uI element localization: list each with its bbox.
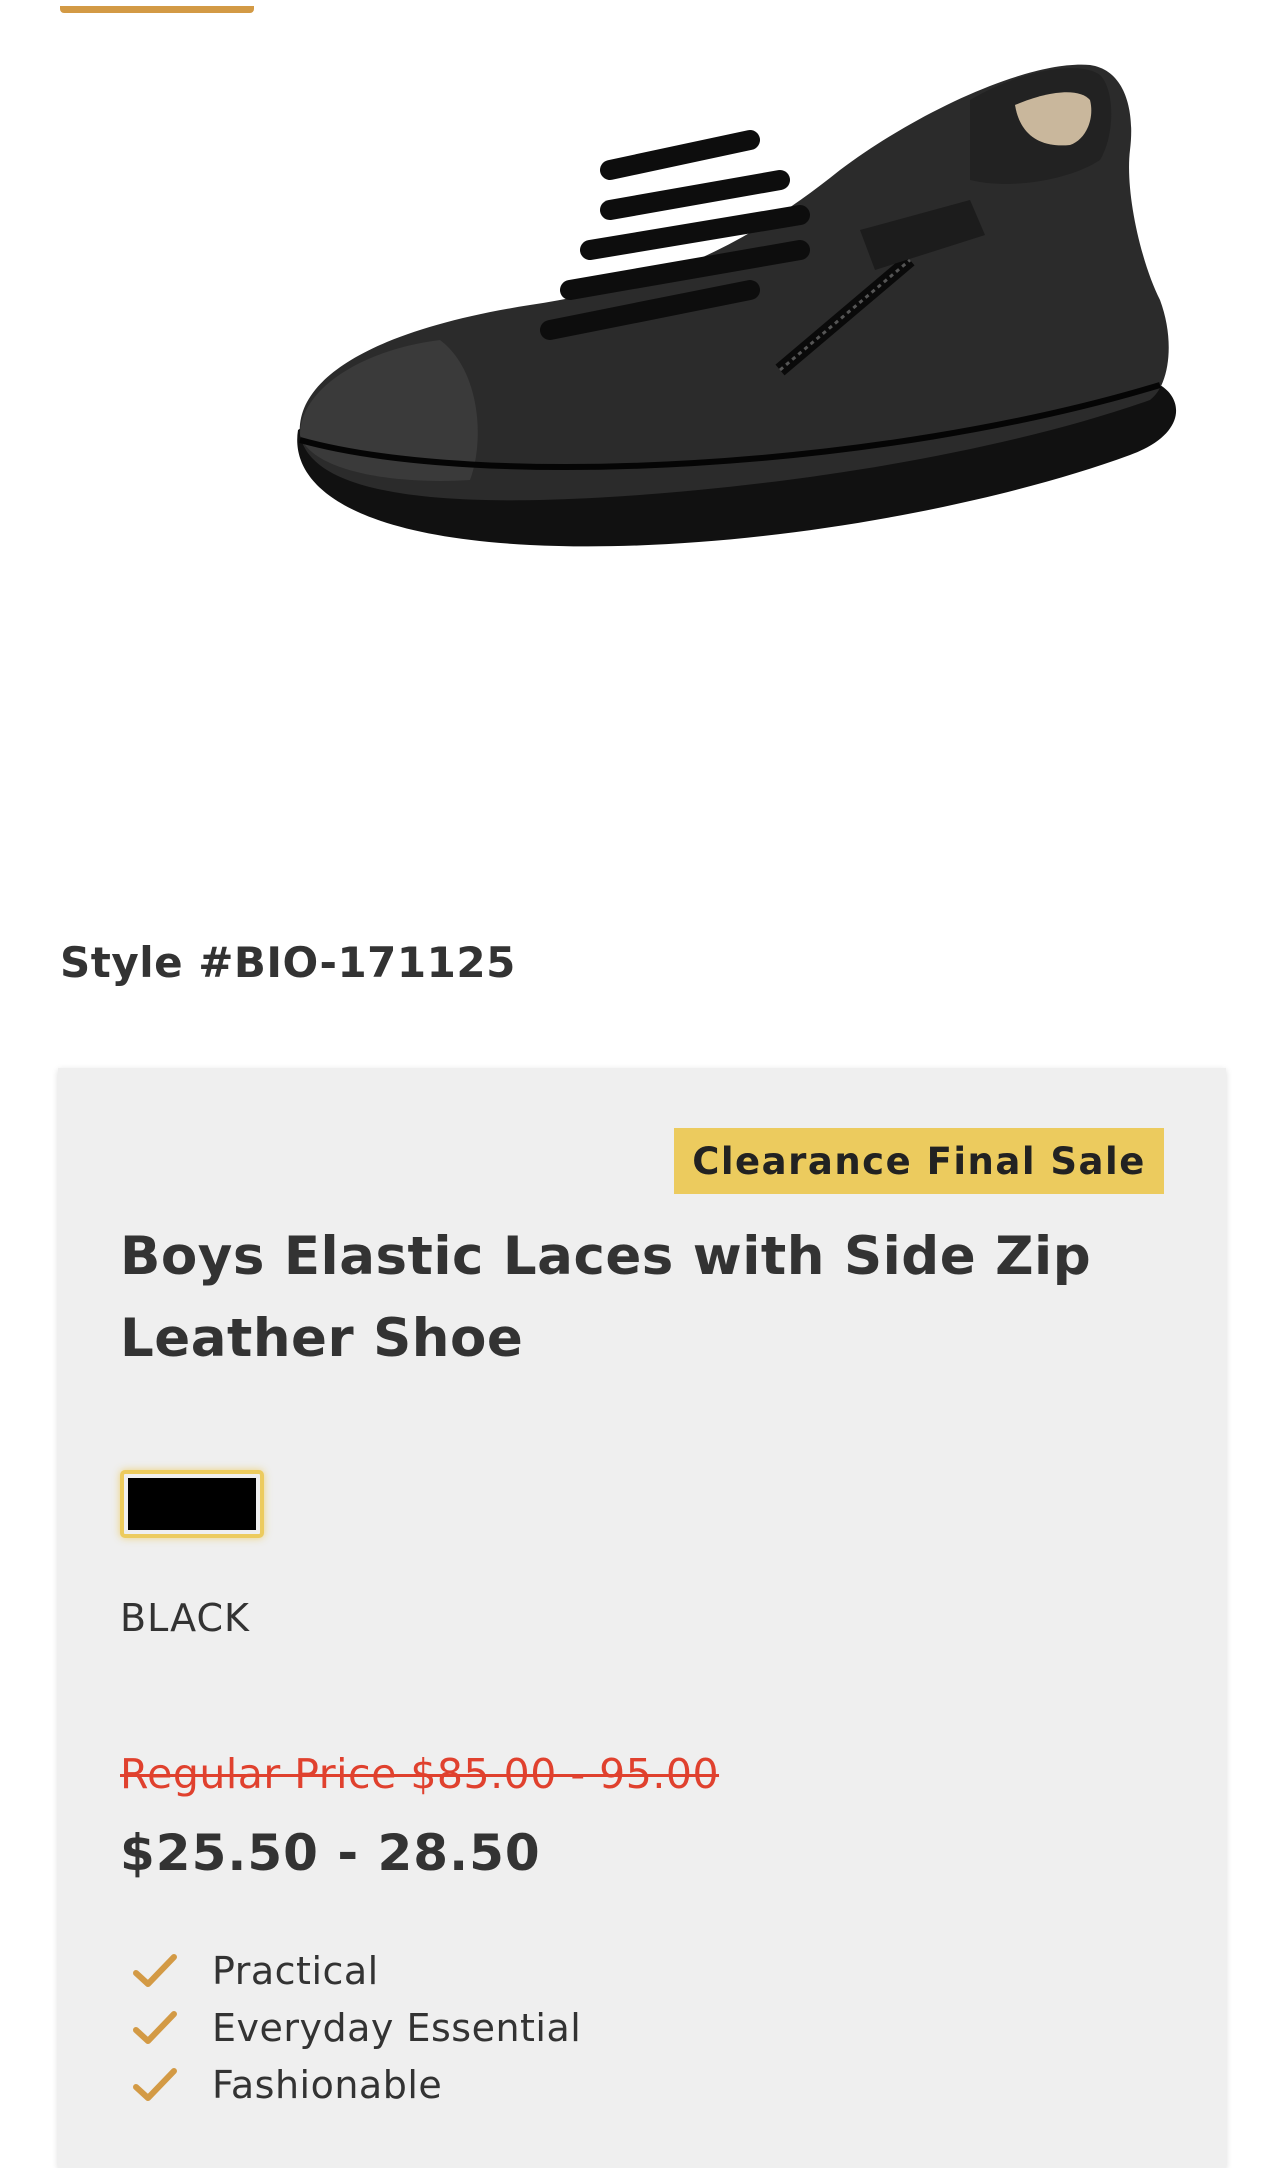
check-icon — [133, 1953, 177, 1987]
check-icon — [133, 2067, 177, 2101]
color-swatch-fill — [128, 1478, 256, 1530]
feature-label: Fashionable — [212, 2062, 443, 2107]
product-info-panel: Clearance Final Sale Boys Elastic Laces … — [58, 1068, 1226, 2168]
clearance-badge: Clearance Final Sale — [674, 1128, 1164, 1194]
selected-color-name: BLACK — [120, 1596, 250, 1640]
feature-item: Everyday Essential — [120, 1999, 581, 2056]
sale-price: $25.50 - 28.50 — [120, 1824, 541, 1882]
color-swatch-black[interactable] — [120, 1470, 264, 1538]
check-icon — [133, 2010, 177, 2044]
product-title: Boys Elastic Laces with Side Zip Leather… — [120, 1226, 1092, 1369]
feature-label: Everyday Essential — [212, 2005, 582, 2050]
image-gallery-indicator[interactable] — [60, 6, 254, 13]
style-number: Style #BIO-171125 — [60, 938, 516, 987]
feature-item: Fashionable — [120, 2056, 581, 2113]
feature-label: Practical — [212, 1948, 379, 1993]
feature-item: Practical — [120, 1942, 581, 1999]
regular-price: Regular Price $85.00 - 95.00 — [120, 1750, 720, 1798]
feature-list: Practical Everyday Essential Fashionable — [120, 1942, 581, 2113]
product-image[interactable] — [280, 40, 1200, 560]
